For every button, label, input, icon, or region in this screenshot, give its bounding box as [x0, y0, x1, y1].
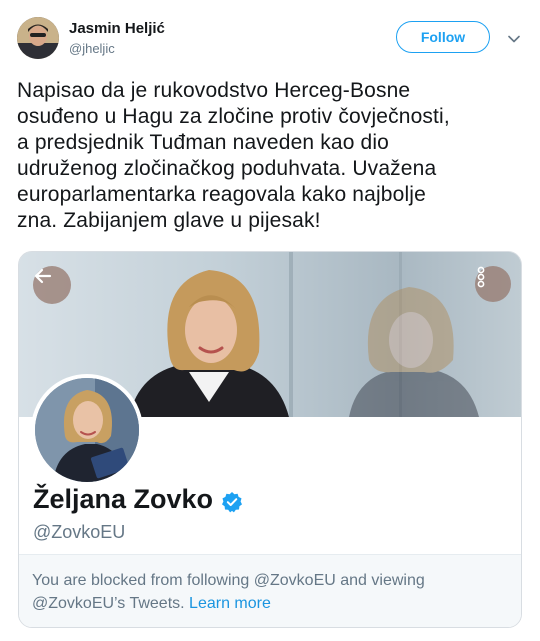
- back-arrow-icon[interactable]: [33, 266, 71, 304]
- profile-handle: @ZovkoEU: [33, 522, 126, 542]
- tweet-text: Napisao da je rukovodstvo Herceg-Bosne o…: [17, 79, 450, 232]
- tweet-card: Jasmin Heljić @jheljic Follow Napisao da…: [0, 0, 540, 641]
- blocked-message: You are blocked from following @ZovkoEU …: [32, 569, 512, 615]
- chevron-down-icon[interactable]: [504, 29, 524, 49]
- more-vertical-icon[interactable]: [475, 266, 511, 302]
- learn-more-link[interactable]: Learn more: [189, 595, 271, 612]
- blocked-notice: You are blocked from following @ZovkoEU …: [19, 554, 521, 627]
- follow-button[interactable]: Follow: [396, 21, 490, 53]
- profile-name-text: Željana Zovko: [33, 484, 214, 514]
- author-handle[interactable]: @jheljic: [69, 41, 115, 56]
- profile-avatar[interactable]: [31, 374, 143, 486]
- attached-image[interactable]: Željana Zovko @ZovkoEU You are blocked f…: [18, 251, 522, 628]
- author-name[interactable]: Jasmin Heljić: [69, 20, 165, 37]
- author-avatar[interactable]: [17, 17, 59, 59]
- profile-name: Željana Zovko: [33, 484, 243, 515]
- verified-badge-icon: [221, 489, 243, 512]
